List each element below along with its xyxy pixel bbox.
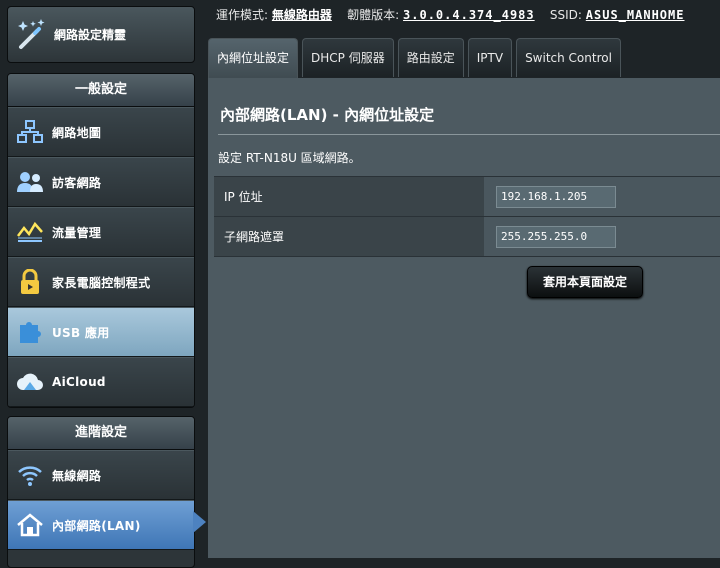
general-settings-heading: 一般設定 bbox=[8, 74, 194, 107]
table-row: 子網路遮罩 bbox=[214, 216, 720, 257]
ip-address-cell bbox=[484, 176, 720, 217]
parental-control-icon bbox=[8, 262, 52, 302]
wireless-icon bbox=[8, 455, 52, 495]
sidebar-item-aicloud[interactable]: AiCloud bbox=[8, 357, 194, 407]
sidebar-item-lan[interactable]: 內部網路(LAN) bbox=[8, 500, 194, 550]
page-description: 設定 RT-N18U 區域網路。 bbox=[218, 151, 361, 165]
main-content: 內部網路(LAN) - 內網位址設定 設定 RT-N18U 區域網路。 IP 位… bbox=[208, 78, 720, 558]
subnet-mask-input[interactable] bbox=[496, 225, 616, 248]
sidebar-item-parental-control[interactable]: 家長電腦控制程式 bbox=[8, 257, 194, 307]
sidebar-item-label: 流量管理 bbox=[52, 225, 102, 240]
sidebar-item-wireless[interactable]: 無線網路 bbox=[8, 450, 194, 500]
quick-setup-label: 網路設定精靈 bbox=[54, 28, 127, 42]
tab-switch-control[interactable]: Switch Control bbox=[516, 38, 621, 77]
network-map-icon bbox=[8, 112, 52, 152]
operation-mode-label: 運作模式: bbox=[216, 8, 269, 22]
sidebar-item-network-map[interactable]: 網路地圖 bbox=[8, 107, 194, 157]
ip-address-label: IP 位址 bbox=[214, 176, 484, 217]
traffic-manager-icon bbox=[8, 212, 52, 252]
firmware-version-label: 韌體版本: bbox=[347, 8, 400, 22]
apply-button[interactable]: 套用本頁面設定 bbox=[527, 266, 643, 298]
sidebar-item-label: USB 應用 bbox=[52, 325, 110, 340]
ip-address-input[interactable] bbox=[496, 185, 616, 208]
advanced-settings-heading: 進階設定 bbox=[8, 417, 194, 450]
sidebar-item-guest-network[interactable]: 訪客網路 bbox=[8, 157, 194, 207]
sidebar-item-label: 家長電腦控制程式 bbox=[52, 275, 151, 290]
general-settings-panel: 一般設定 網路地圖 訪客網路 流量管理 家長電腦控制程式 USB 應用 AiCl… bbox=[7, 73, 195, 408]
tab-bar: 內網位址設定 DHCP 伺服器 路由設定 IPTV Switch Control bbox=[208, 38, 625, 79]
title-divider bbox=[218, 134, 720, 135]
tab-lan-ip[interactable]: 內網位址設定 bbox=[208, 38, 299, 79]
sidebar-item-label: 網路地圖 bbox=[52, 125, 102, 140]
tab-route[interactable]: 路由設定 bbox=[397, 38, 464, 77]
advanced-settings-panel: 進階設定 無線網路 內部網路(LAN) bbox=[7, 416, 195, 568]
sidebar-item-traffic-manager[interactable]: 流量管理 bbox=[8, 207, 194, 257]
sidebar-item-label: 訪客網路 bbox=[52, 175, 102, 190]
ssid-link[interactable]: ASUS_MANHOME bbox=[586, 8, 685, 22]
sidebar: 網路設定精靈 一般設定 網路地圖 訪客網路 流量管理 家長電腦控制程式 USB … bbox=[0, 0, 200, 568]
ssid-label: SSID: bbox=[549, 8, 582, 22]
sidebar-item-label: 無線網路 bbox=[52, 468, 102, 483]
page-title: 內部網路(LAN) - 內網位址設定 bbox=[220, 106, 435, 124]
guest-network-icon bbox=[8, 162, 52, 202]
sidebar-item-label: 內部網路(LAN) bbox=[52, 518, 141, 533]
lan-settings-table: IP 位址 子網路遮罩 bbox=[214, 176, 720, 257]
firmware-version-link[interactable]: 3.0.0.4.374_4983 bbox=[403, 8, 535, 22]
active-item-arrow-icon bbox=[193, 511, 206, 533]
tab-dhcp-server[interactable]: DHCP 伺服器 bbox=[302, 38, 394, 77]
magic-wand-icon bbox=[8, 12, 54, 58]
table-row: IP 位址 bbox=[214, 176, 720, 217]
quick-setup-button[interactable]: 網路設定精靈 bbox=[7, 6, 195, 63]
subnet-mask-cell bbox=[484, 216, 720, 257]
operation-mode-link[interactable]: 無線路由器 bbox=[272, 8, 332, 22]
status-bar: 運作模式: 無線路由器 韌體版本: 3.0.0.4.374_4983 SSID:… bbox=[216, 6, 684, 26]
sidebar-item-usb-application[interactable]: USB 應用 bbox=[8, 307, 194, 357]
usb-application-icon bbox=[8, 312, 52, 352]
tab-iptv[interactable]: IPTV bbox=[467, 38, 513, 77]
aicloud-icon bbox=[8, 362, 52, 402]
lan-icon bbox=[8, 505, 52, 545]
subnet-mask-label: 子網路遮罩 bbox=[214, 216, 484, 257]
sidebar-item-label: AiCloud bbox=[52, 375, 106, 389]
